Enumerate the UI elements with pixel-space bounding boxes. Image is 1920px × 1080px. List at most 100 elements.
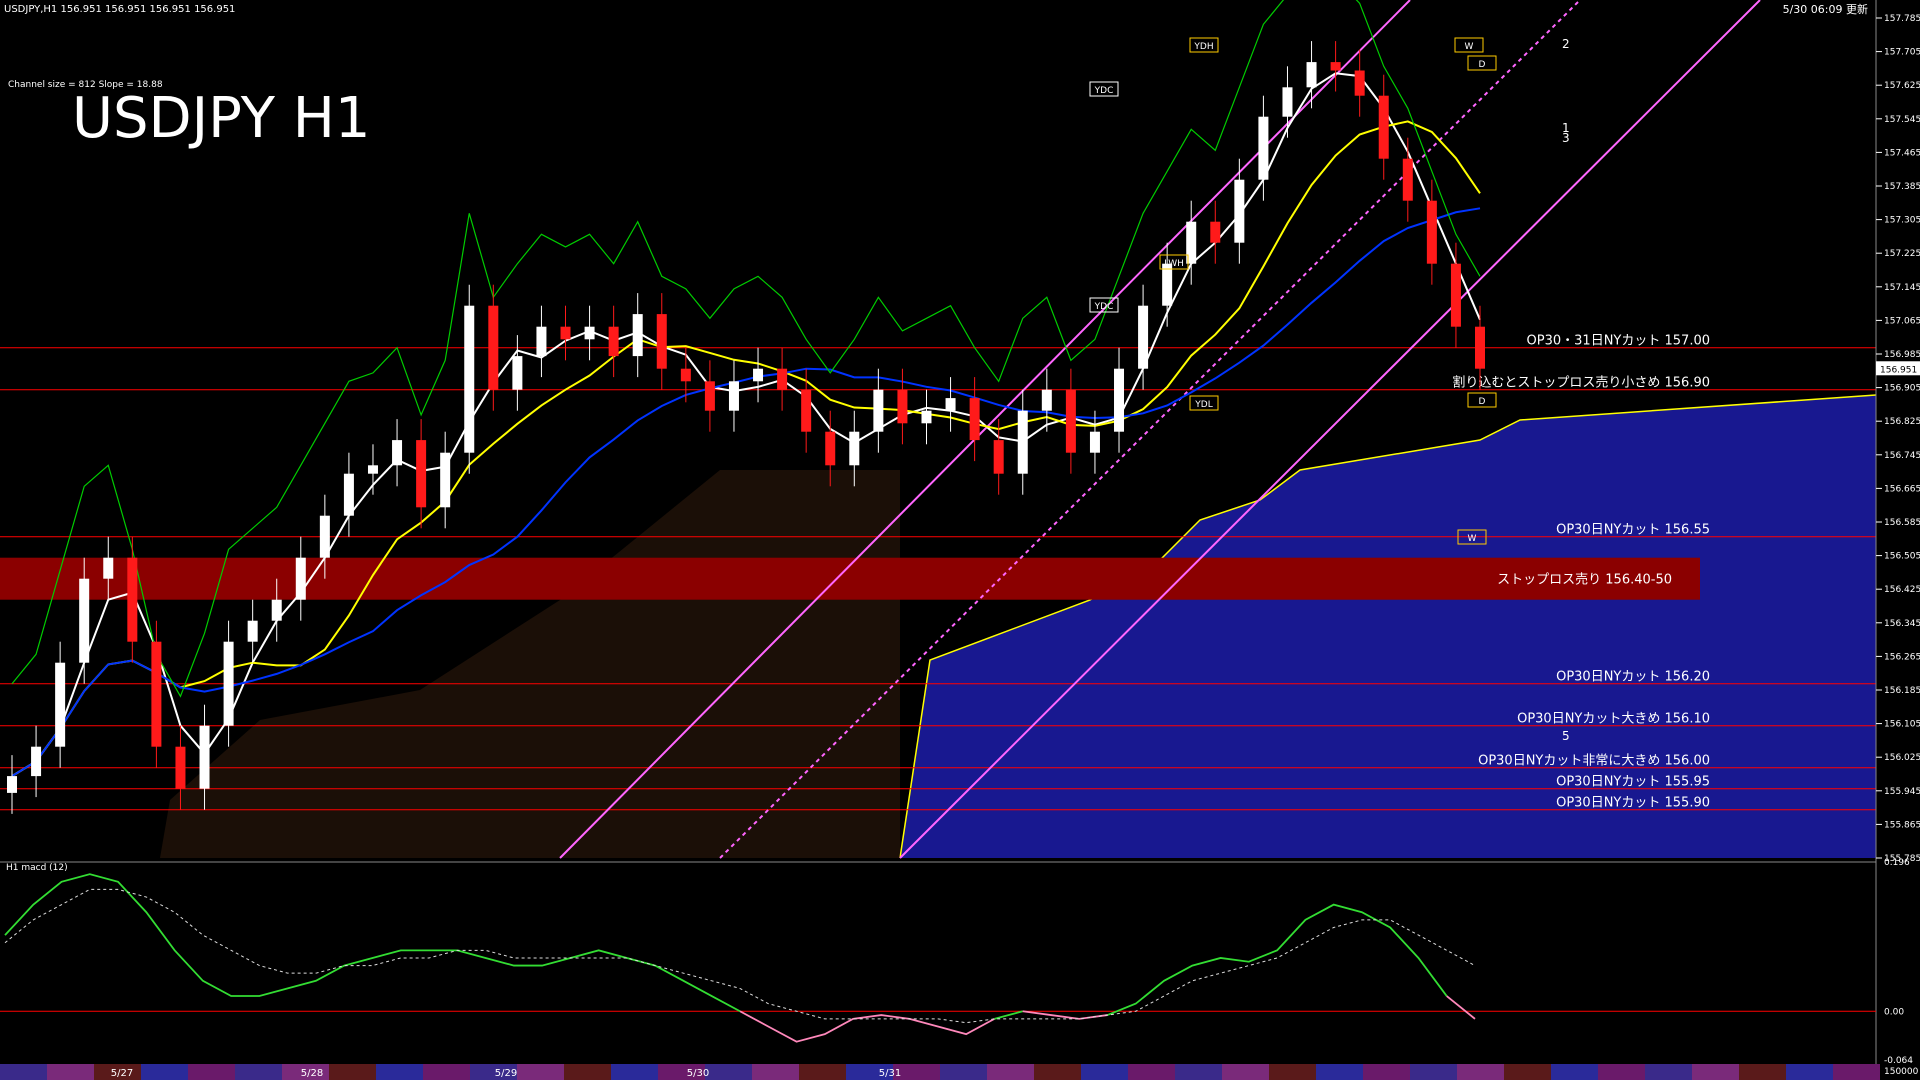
price-level-label: OP30日NYカット 156.55: [1556, 523, 1710, 538]
date-bar-segment: [47, 1064, 94, 1080]
trend-label: 5: [1562, 729, 1570, 743]
marker-label: YDC: [1094, 302, 1114, 312]
tick-label: 156.185: [1884, 686, 1920, 696]
candle-body: [921, 410, 932, 424]
tick-label: 156.745: [1884, 451, 1920, 461]
date-label: 5/28: [301, 1068, 323, 1079]
candle-body: [825, 431, 836, 466]
tick-label: 156.585: [1884, 518, 1920, 528]
candle-body: [7, 776, 17, 793]
usdjpy-h1-chart: ストップロス売り 156.40-50 OP30・31日NYカット 157.00 割…: [0, 0, 1920, 1080]
candle-body: [1450, 263, 1461, 327]
date-bar-segment: [1081, 1064, 1128, 1080]
candle-body: [1041, 389, 1052, 411]
candle-body: [247, 620, 258, 642]
date-bar-segment: [1692, 1064, 1739, 1080]
candle-body: [728, 381, 739, 411]
candle-body: [175, 746, 186, 789]
date-label: 5/29: [495, 1068, 517, 1079]
candle-body: [560, 326, 571, 340]
date-bar-segment: [235, 1064, 282, 1080]
tick-label: 156.345: [1884, 619, 1920, 629]
marker-label: LWH: [1164, 259, 1184, 269]
date-bar-segment: [0, 1064, 47, 1080]
tick-label: 157.385: [1884, 182, 1920, 192]
date-bar-segment: [376, 1064, 423, 1080]
date-label: 5/31: [879, 1068, 901, 1079]
candle-body: [1330, 62, 1341, 71]
date-bar-segment: [1598, 1064, 1645, 1080]
marker-label: D: [1479, 397, 1486, 407]
date-bar-segment: [517, 1064, 564, 1080]
price-level-label: 割り込むとストップロス売り小さめ 156.90: [1452, 375, 1710, 391]
chart-big-title: USDJPY H1: [72, 86, 370, 151]
candle-body: [392, 440, 403, 466]
tick-label: 156.025: [1884, 753, 1920, 763]
candle-body: [584, 326, 595, 340]
candle-body: [849, 431, 860, 466]
candle-body: [271, 599, 282, 621]
candle-body: [440, 452, 451, 508]
tick-label: 156.105: [1884, 720, 1920, 730]
date-bar-segment: [1786, 1064, 1833, 1080]
candle-body: [897, 389, 908, 424]
candle-body: [488, 305, 499, 390]
candle-body: [199, 725, 210, 789]
candle-body: [512, 356, 523, 390]
candle-body: [1378, 95, 1389, 159]
candle-body: [1234, 179, 1245, 243]
candle-body: [680, 368, 691, 382]
candle-body: [55, 662, 66, 747]
macd-tick-label: 0.00: [1884, 1007, 1904, 1017]
candle-body: [1210, 221, 1221, 243]
date-bar-segment: [1739, 1064, 1786, 1080]
date-bar-segment: [940, 1064, 987, 1080]
symbol-line: USDJPY,H1 156.951 156.951 156.951 156.95…: [4, 4, 235, 15]
trend-label: 2: [1562, 37, 1570, 51]
date-bar-segment: [1504, 1064, 1551, 1080]
date-bar-segment: [1128, 1064, 1175, 1080]
candle-body: [536, 326, 547, 357]
candle-body: [945, 398, 956, 411]
candle-body: [319, 515, 330, 558]
candle-body: [1017, 410, 1028, 474]
date-bar-segment: [987, 1064, 1034, 1080]
candle-body: [632, 314, 643, 357]
marker-label: YDH: [1193, 42, 1213, 52]
date-label: 5/27: [111, 1068, 133, 1079]
tick-label: 157.465: [1884, 148, 1920, 158]
candle-body: [367, 465, 378, 474]
date-bar-segment: [329, 1064, 376, 1080]
price-level-label: OP30日NYカット 155.95: [1556, 775, 1710, 790]
current-price-label: 156.951: [1880, 365, 1917, 375]
date-bar-segment: [611, 1064, 658, 1080]
candle-body: [656, 314, 667, 369]
date-bar-segment: [1175, 1064, 1222, 1080]
candle-body: [79, 578, 90, 663]
price-level-label: OP30・31日NYカット 157.00: [1527, 334, 1710, 349]
tick-label: 156.985: [1884, 350, 1920, 360]
marker-label: YDL: [1194, 400, 1212, 410]
date-bar-segment: [564, 1064, 611, 1080]
candle-body: [1138, 305, 1149, 369]
date-label: 5/30: [687, 1068, 709, 1079]
stop-loss-zone-label: ストップロス売り 156.40-50: [1497, 572, 1672, 588]
candle-body: [993, 440, 1004, 474]
tick-label: 156.825: [1884, 417, 1920, 427]
marker-label: YDC: [1094, 86, 1114, 96]
candle-body: [1282, 87, 1293, 117]
price-level-label: OP30日NYカット 155.90: [1556, 796, 1710, 811]
price-level-label: OP30日NYカット非常に大きめ 156.00: [1478, 754, 1710, 769]
tick-label: 156.905: [1884, 384, 1920, 394]
candle-body: [1114, 368, 1125, 432]
tick-label: 157.545: [1884, 115, 1920, 125]
date-bar-segment: [1410, 1064, 1457, 1080]
macd-extra-tick-label: 150000: [1884, 1067, 1919, 1077]
candle-body: [753, 368, 764, 382]
price-level-label: OP30日NYカット大きめ 156.10: [1517, 712, 1710, 727]
timestamp: 5/30 06:09 更新: [1783, 2, 1868, 16]
candle-body: [1089, 431, 1100, 453]
marker-label: W: [1465, 42, 1474, 52]
date-bar-segment: [799, 1064, 846, 1080]
tick-label: 157.145: [1884, 283, 1920, 293]
